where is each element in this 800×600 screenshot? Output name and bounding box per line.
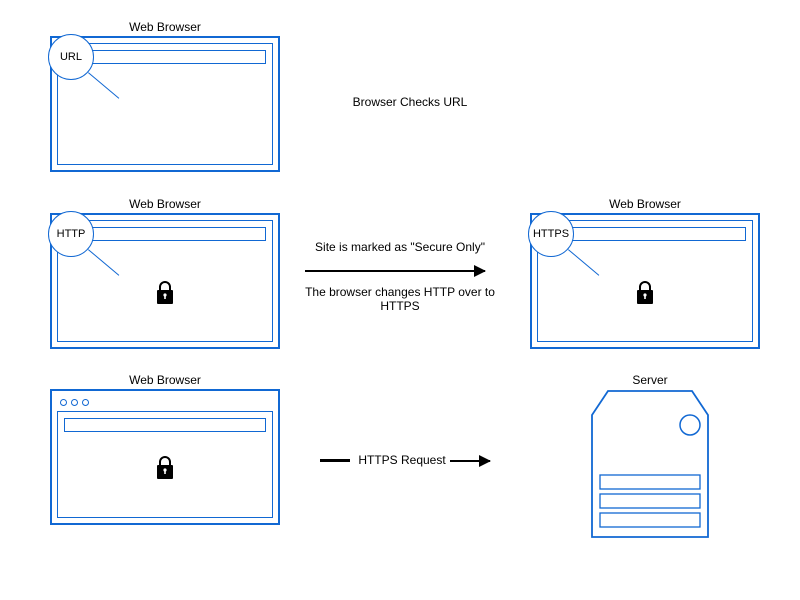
- lock-icon-2l: [155, 280, 175, 306]
- caption-row3: HTTPS Request: [357, 453, 447, 467]
- caption-row1: Browser Checks URL: [310, 95, 510, 109]
- window-controls: [60, 399, 89, 406]
- browser-window-1: [50, 36, 280, 172]
- lock-icon-3: [155, 455, 175, 481]
- url-bar-3: [64, 418, 266, 432]
- browser-inner-1: [57, 43, 273, 165]
- arrow-row3-right: [450, 460, 490, 462]
- browser-title-2l: Web Browser: [50, 197, 280, 211]
- url-bar-2l: [64, 227, 266, 241]
- caption-row2-bottom: The browser changes HTTP over to HTTPS: [300, 285, 500, 313]
- browser-title-3: Web Browser: [50, 373, 280, 387]
- caption-row2-top: Site is marked as "Secure Only": [300, 240, 500, 254]
- lock-icon-2r: [635, 280, 655, 306]
- server-icon: [590, 389, 710, 539]
- browser-title-2r: Web Browser: [530, 197, 760, 211]
- arrow-row3-stub: [320, 459, 350, 461]
- url-bar-1: [64, 50, 266, 64]
- url-bar-2r: [544, 227, 746, 241]
- browser-title-1: Web Browser: [50, 20, 280, 34]
- arrow-row2: [305, 270, 485, 272]
- server-title: Server: [590, 373, 710, 387]
